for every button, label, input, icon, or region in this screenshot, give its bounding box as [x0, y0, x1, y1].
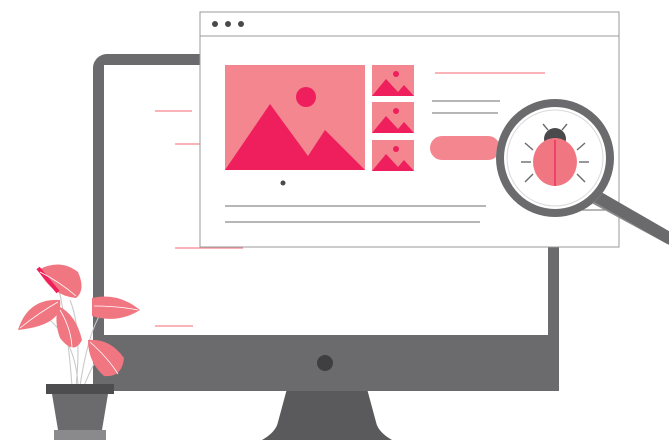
- window-dot-1: [212, 21, 218, 27]
- leaf: [38, 264, 82, 298]
- image-placeholder-icon: [225, 65, 365, 170]
- bug-inspection-illustration: [18, 11, 669, 440]
- thumbnail-2: [372, 102, 414, 133]
- plant-pot-rim: [46, 384, 114, 394]
- thumbnail-3: [372, 140, 414, 171]
- cta-button-shape: [430, 136, 500, 160]
- carousel-dot: [280, 180, 286, 186]
- power-button: [317, 355, 333, 371]
- thumbnail-1: [372, 65, 414, 96]
- plant-pot: [52, 394, 108, 430]
- window-dot-3: [238, 21, 244, 27]
- leaf: [56, 306, 82, 348]
- window-dot-2: [225, 21, 231, 27]
- monitor-stand: [262, 385, 392, 440]
